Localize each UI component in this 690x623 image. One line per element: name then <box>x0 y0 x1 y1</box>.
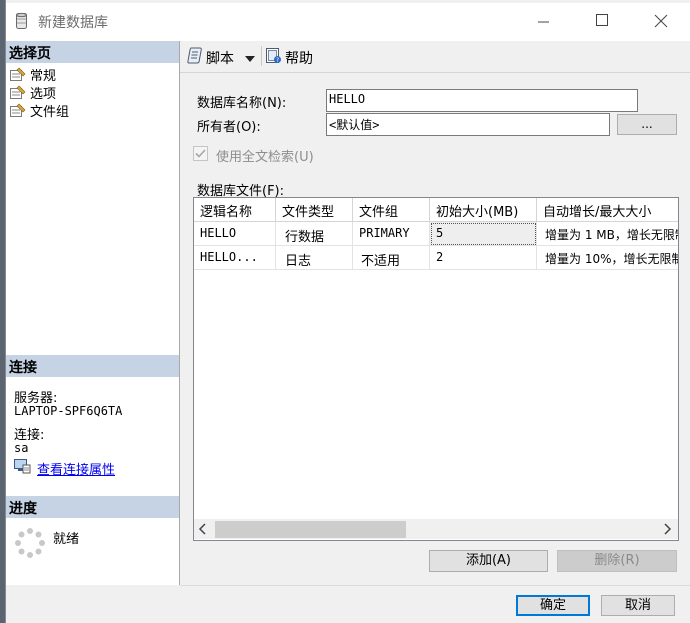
help-label: 帮助 <box>285 50 313 67</box>
column-header-initial-size[interactable]: 初始大小(MB) <box>430 198 537 222</box>
page-settings-icon <box>10 67 26 82</box>
maximize-button[interactable] <box>573 3 631 39</box>
table-cell[interactable]: HELLO <box>194 222 276 246</box>
column-header-file-type[interactable]: 文件类型 <box>276 198 353 222</box>
svg-text:?: ? <box>276 57 279 64</box>
help-button[interactable]: ? 帮助 <box>265 47 313 68</box>
ok-button[interactable]: 确定 <box>516 595 590 616</box>
server-value: LAPTOP-SPF6Q6TA <box>14 404 123 418</box>
script-icon <box>187 47 203 68</box>
toolbar-divider <box>180 72 690 73</box>
close-icon <box>654 14 668 28</box>
progress-status: 就绪 <box>53 532 80 547</box>
initial-size-input[interactable]: 5 <box>430 222 537 246</box>
view-connection-properties-label: 查看连接属性 <box>37 463 116 478</box>
cancel-button[interactable]: 取消 <box>601 595 675 616</box>
page-item-options[interactable]: 选项 <box>10 83 57 102</box>
db-name-input[interactable]: HELLO <box>326 89 638 112</box>
fulltext-checkbox[interactable] <box>193 146 208 161</box>
table-cell[interactable]: HELLO... <box>194 246 276 270</box>
table-cell[interactable]: 日志 <box>276 246 353 270</box>
connection-properties-icon <box>14 459 31 478</box>
table-cell[interactable]: PRIMARY <box>353 222 430 246</box>
progress-spinner-icon <box>14 527 46 563</box>
help-icon: ? <box>265 47 282 68</box>
page-item-label: 文件组 <box>30 104 70 120</box>
database-icon <box>16 12 27 30</box>
add-file-button[interactable]: 添加(A) <box>429 550 548 572</box>
db-files-grid[interactable]: 逻辑名称 文件类型 文件组 初始大小(MB) 自动增长/最大大小 HELLO 行… <box>193 197 679 541</box>
scrollbar-thumb[interactable] <box>215 521 406 538</box>
checkmark-icon <box>195 149 206 158</box>
maximize-icon <box>596 14 608 26</box>
script-button[interactable]: 脚本 <box>187 47 255 68</box>
db-name-label: 数据库名称(N): <box>197 96 287 111</box>
page-settings-icon <box>10 103 26 118</box>
table-cell[interactable]: 2 <box>430 246 537 270</box>
connection-value: sa <box>14 441 29 455</box>
page-settings-icon <box>10 85 26 100</box>
fulltext-label: 使用全文检索(U) <box>216 150 314 165</box>
minimize-icon <box>538 21 549 23</box>
owner-input[interactable]: <默认值> <box>326 113 610 136</box>
table-cell[interactable]: 增量为 10%，增长无限制 <box>537 246 678 270</box>
page-item-filegroups[interactable]: 文件组 <box>10 101 70 120</box>
select-page-header: 选择页 <box>6 41 179 63</box>
page-item-label: 选项 <box>30 86 57 102</box>
table-cell[interactable]: 行数据 <box>276 222 353 246</box>
minimize-button[interactable] <box>515 3 573 39</box>
toolbar-separator <box>261 46 262 66</box>
owner-label: 所有者(O): <box>197 120 261 135</box>
progress-header: 进度 <box>6 496 179 518</box>
column-header-filegroup[interactable]: 文件组 <box>353 198 430 222</box>
script-label: 脚本 <box>206 50 234 67</box>
browse-owner-button[interactable]: ... <box>617 114 677 135</box>
table-cell[interactable]: 不适用 <box>353 246 430 270</box>
connection-header: 连接 <box>6 355 179 377</box>
window-title: 新建数据库 <box>38 15 108 31</box>
view-connection-properties-link[interactable]: 查看连接属性 <box>14 459 115 478</box>
footer-divider <box>180 585 690 586</box>
close-button[interactable] <box>631 3 689 39</box>
column-header-logical-name[interactable]: 逻辑名称 <box>194 198 276 222</box>
dropdown-arrow-icon[interactable] <box>245 50 255 66</box>
remove-file-button[interactable]: 删除(R) <box>557 550 677 572</box>
page-item-label: 常规 <box>30 68 57 84</box>
table-cell[interactable]: 增量为 1 MB，增长无限制 <box>537 222 678 246</box>
column-header-autogrowth[interactable]: 自动增长/最大大小 <box>537 198 678 222</box>
scroll-right-icon[interactable] <box>662 523 672 539</box>
page-item-general[interactable]: 常规 <box>10 65 57 84</box>
scroll-left-icon[interactable] <box>198 523 208 539</box>
